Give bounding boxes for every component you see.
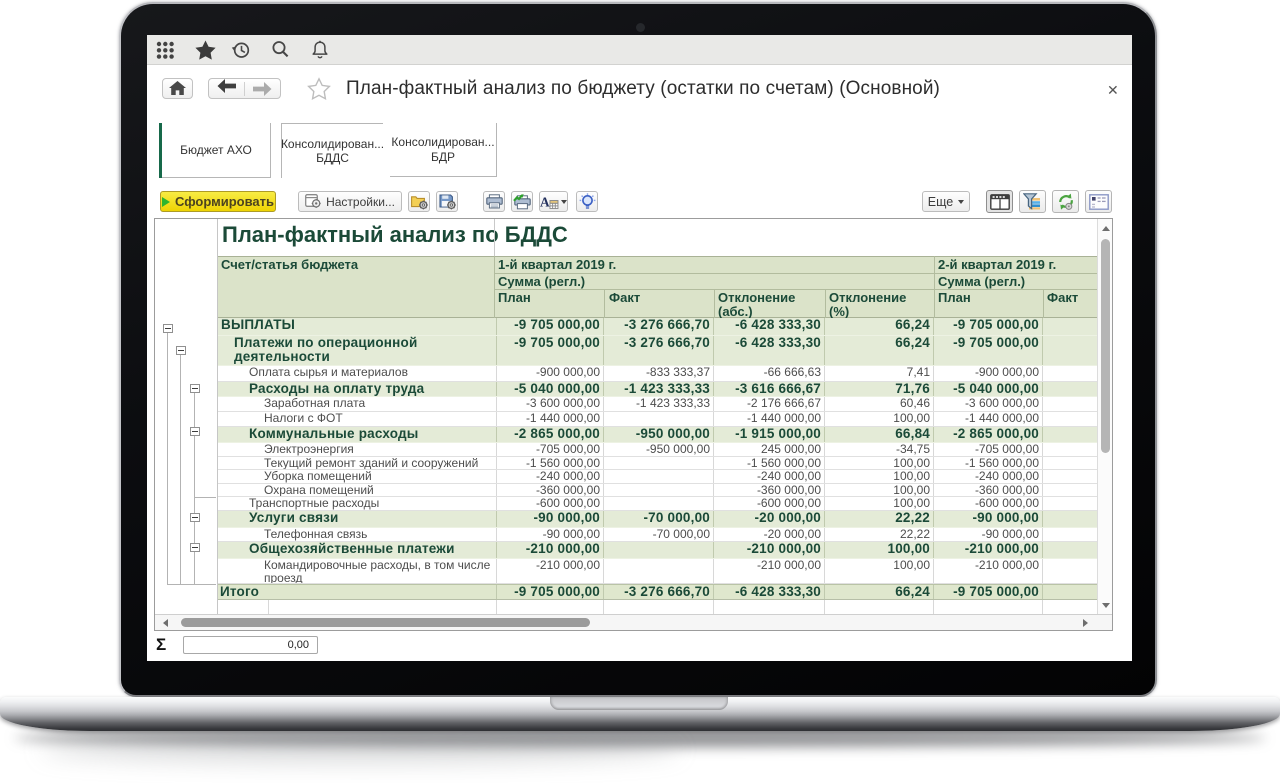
svg-text:A: A — [540, 194, 550, 209]
